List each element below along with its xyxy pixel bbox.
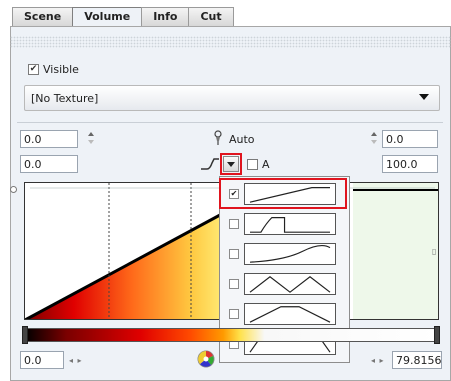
trapezoid-icon bbox=[244, 303, 336, 325]
colormap-bar[interactable] bbox=[24, 328, 439, 342]
tab-scene[interactable]: Scene bbox=[12, 7, 74, 27]
shape-smooth-ramp[interactable] bbox=[222, 241, 347, 267]
shape-trapezoid[interactable] bbox=[222, 301, 347, 327]
color-wheel-icon[interactable] bbox=[197, 350, 215, 368]
shape-double-peak[interactable] bbox=[222, 271, 347, 297]
shape-smooth-ramp-check bbox=[229, 249, 239, 259]
visible-checkbox[interactable]: ✔ bbox=[28, 64, 39, 75]
auto-label: Auto bbox=[229, 133, 255, 146]
colormap-handle-right[interactable] bbox=[434, 326, 440, 344]
range-max-spinner[interactable] bbox=[371, 132, 379, 146]
graph-handle-right[interactable]: ▯ bbox=[432, 247, 437, 256]
opacity-max-field[interactable]: 100.0 bbox=[382, 155, 438, 173]
texture-select[interactable]: [No Texture] bbox=[24, 85, 440, 111]
tab-cut[interactable]: Cut bbox=[188, 7, 234, 27]
tab-bar: Scene Volume Info Cut bbox=[12, 7, 234, 28]
texture-select-value: [No Texture] bbox=[31, 92, 99, 105]
dropdown-highlight bbox=[220, 153, 242, 175]
shape-step-check bbox=[229, 219, 239, 229]
pin-icon[interactable] bbox=[212, 130, 224, 146]
graph-handle-left[interactable] bbox=[10, 186, 17, 193]
tab-volume[interactable]: Volume bbox=[72, 7, 143, 28]
curve-icon[interactable] bbox=[200, 157, 220, 171]
slider-left-field[interactable]: 0.0 bbox=[20, 351, 64, 369]
slider-left-arrows[interactable]: ◂ ▸ bbox=[69, 356, 83, 365]
step-icon bbox=[244, 213, 336, 235]
shape-trapezoid-check bbox=[229, 309, 239, 319]
panel-divider bbox=[10, 36, 451, 48]
smooth-ramp-icon bbox=[244, 243, 336, 265]
separator bbox=[17, 122, 443, 123]
range-max-field[interactable]: 0.0 bbox=[382, 130, 438, 148]
slider-right-arrows[interactable]: ◂ ▸ bbox=[371, 356, 385, 365]
shape-double-peak-check bbox=[229, 279, 239, 289]
chevron-down-icon bbox=[419, 94, 429, 100]
visible-label: Visible bbox=[43, 63, 79, 76]
range-min-spinner[interactable] bbox=[88, 132, 96, 146]
a-checkbox[interactable] bbox=[247, 159, 258, 170]
shape-step[interactable] bbox=[222, 211, 347, 237]
double-peak-icon bbox=[244, 273, 336, 295]
opacity-min-field[interactable]: 0.0 bbox=[20, 155, 78, 173]
range-min-field[interactable]: 0.0 bbox=[20, 130, 78, 148]
colormap-handle-left[interactable] bbox=[22, 326, 28, 344]
selected-shape-highlight bbox=[219, 178, 347, 209]
a-label: A bbox=[262, 158, 270, 171]
slider-right-field[interactable]: 79.8156 bbox=[392, 351, 442, 369]
tab-info[interactable]: Info bbox=[141, 7, 190, 27]
